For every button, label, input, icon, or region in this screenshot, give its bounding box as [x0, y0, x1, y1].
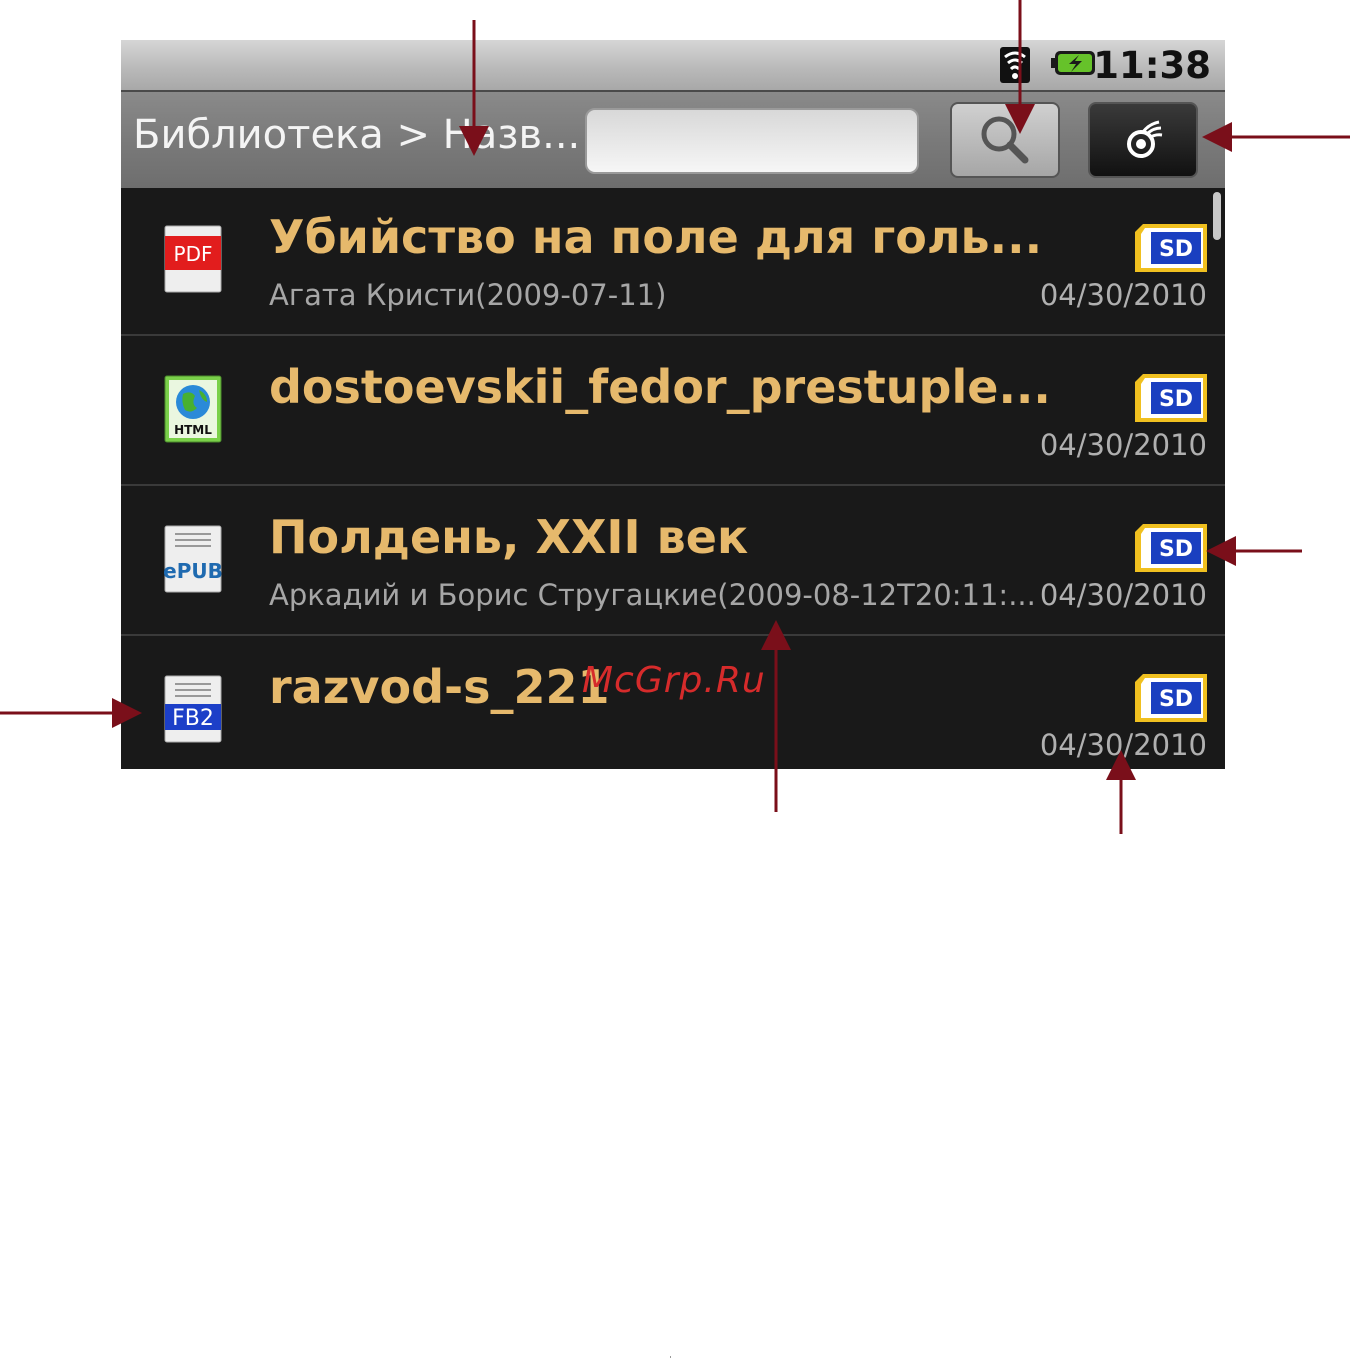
fb2-file-icon: FB2 [164, 675, 222, 743]
list-item[interactable]: ePUB Полдень, XXII век Аркадий и Борис С… [121, 486, 1225, 636]
search-button[interactable] [950, 102, 1060, 178]
epub-file-icon: ePUB [163, 525, 223, 593]
status-bar: 11:38 [121, 40, 1225, 90]
book-date: 04/30/2010 [1039, 428, 1207, 462]
svg-text:HTML: HTML [174, 423, 212, 437]
book-title: Убийство на поле для голь... [269, 210, 1043, 264]
eye-icon [1127, 120, 1163, 158]
scrollbar[interactable] [1213, 192, 1221, 240]
breadcrumb[interactable]: Библиотека > Назв... [133, 112, 580, 158]
book-author: Аркадий и Борис Стругацкие(2009-08-12T20… [269, 578, 1036, 612]
magnifier-icon [981, 116, 1029, 164]
list-item[interactable]: HTML dostoevskii_fedor_prestuple... SD 0… [121, 336, 1225, 486]
svg-text:PDF: PDF [174, 242, 213, 266]
pdf-file-icon: PDF [164, 225, 222, 293]
battery-charging-icon [1051, 51, 1095, 75]
page-dot [670, 1356, 671, 1358]
book-date: 04/30/2010 [1039, 728, 1207, 762]
book-date: 04/30/2010 [1039, 578, 1207, 612]
title-bar: Библиотека > Назв... [121, 90, 1225, 188]
view-mode-button[interactable] [1088, 102, 1198, 178]
sd-card-icon: SD [1135, 524, 1207, 572]
wifi-signal-icon [1000, 47, 1030, 83]
html-globe-icon: HTML [164, 375, 222, 443]
clock-time: 11:38 [1093, 44, 1211, 87]
book-date: 04/30/2010 [1039, 278, 1207, 312]
svg-text:FB2: FB2 [172, 706, 214, 731]
watermark: McGrp.Ru [582, 660, 766, 701]
svg-text:ePUB: ePUB [163, 559, 223, 583]
book-title: Полдень, XXII век [269, 510, 749, 564]
sd-card-icon: SD [1135, 224, 1207, 272]
svg-text:SD: SD [1159, 687, 1193, 712]
book-title: dostoevskii_fedor_prestuple... [269, 360, 1051, 414]
svg-text:SD: SD [1159, 537, 1193, 562]
book-title: razvod-s_221 [269, 660, 610, 714]
sd-card-icon: SD [1135, 674, 1207, 722]
search-input[interactable] [585, 108, 919, 174]
svg-text:SD: SD [1159, 387, 1193, 412]
list-item[interactable]: FB2 razvod-s_221 SD 04/30/2010 [121, 636, 1225, 769]
book-author: Агата Кристи(2009-07-11) [269, 278, 667, 312]
svg-text:SD: SD [1159, 237, 1193, 262]
sd-card-icon: SD [1135, 374, 1207, 422]
list-item[interactable]: PDF Убийство на поле для голь... Агата К… [121, 186, 1225, 336]
